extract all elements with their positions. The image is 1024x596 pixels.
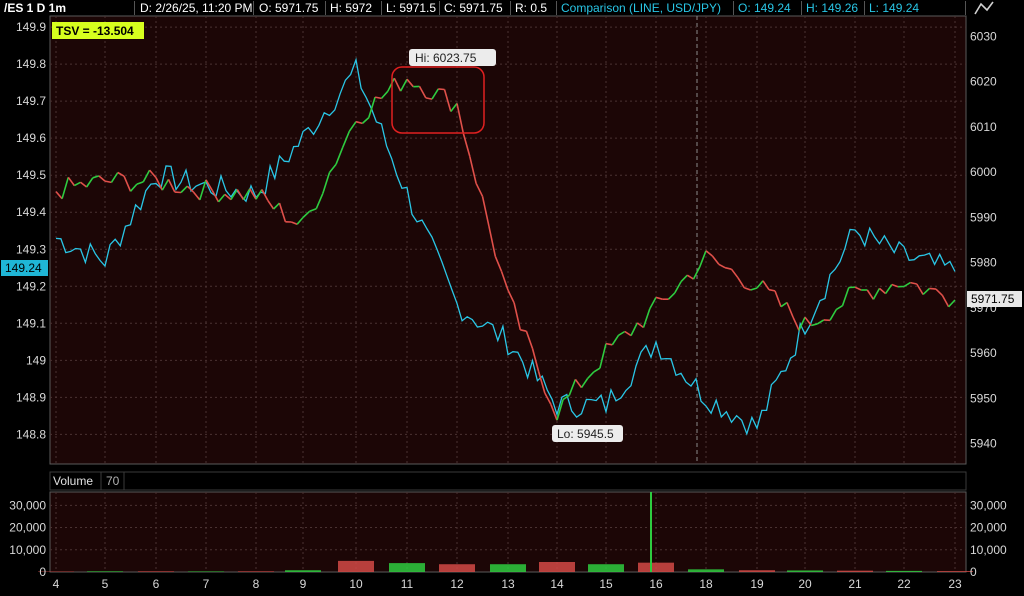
left-tick-label: 148.8	[16, 427, 46, 441]
hi-label: Hi: 6023.75	[415, 51, 477, 65]
volume-bar	[837, 570, 873, 572]
volume-bar	[138, 571, 174, 572]
volume-bar	[338, 560, 374, 572]
left-tick-label: 149.2	[16, 279, 46, 293]
volume-header-bar	[123, 471, 967, 491]
x-tick-label: 9	[300, 577, 307, 591]
right-tick-label: 6000	[970, 165, 997, 179]
x-tick-label: 7	[203, 577, 210, 591]
x-tick-label: 16	[649, 577, 663, 591]
x-tick-label: 22	[897, 577, 911, 591]
volume-bar	[588, 564, 624, 572]
x-tick-label: 5	[102, 577, 109, 591]
x-tick-label: 18	[699, 577, 713, 591]
right-tick-label: 5950	[970, 391, 997, 405]
volume-tick-right: 0	[970, 565, 977, 579]
x-tick-label: 20	[798, 577, 812, 591]
right-tick-label: 5990	[970, 210, 997, 224]
volume-bar	[490, 564, 526, 572]
left-tick-label: 149.7	[16, 94, 46, 108]
volume-bar	[238, 571, 274, 572]
x-tick-label: 12	[450, 577, 464, 591]
volume-tick-right: 30,000	[970, 498, 1007, 512]
x-tick-label: 6	[153, 577, 160, 591]
volume-bar	[739, 570, 775, 572]
volume-tick-left: 30,000	[9, 498, 46, 512]
x-tick-label: 8	[253, 577, 260, 591]
x-tick-label: 13	[501, 577, 515, 591]
left-tick-label: 149.8	[16, 57, 46, 71]
volume-bar	[787, 570, 823, 572]
lo-label: Lo: 5945.5	[557, 427, 614, 441]
left-tick-label: 149.3	[16, 242, 46, 256]
x-tick-label: 10	[349, 577, 363, 591]
x-tick-label: 23	[948, 577, 962, 591]
es-line-segment	[929, 287, 936, 290]
right-tick-label: 5980	[970, 256, 997, 270]
volume-tick-left: 10,000	[9, 543, 46, 557]
right-tick-label: 6020	[970, 75, 997, 89]
x-tick-label: 19	[750, 577, 764, 591]
volume-bar	[539, 562, 575, 572]
x-tick-label: 21	[848, 577, 862, 591]
left-tick-label: 149	[26, 353, 46, 367]
es-price-text: 5971.75	[971, 292, 1015, 306]
left-tick-label: 148.9	[16, 390, 46, 404]
left-tick-label: 149.5	[16, 168, 46, 182]
x-tick-label: 14	[550, 577, 564, 591]
volume-bar	[389, 563, 425, 572]
right-tick-label: 5940	[970, 437, 997, 451]
es-line-segment	[438, 88, 445, 91]
left-tick-label: 149.6	[16, 131, 46, 145]
volume-tick-right: 20,000	[970, 521, 1007, 535]
volume-bar	[638, 562, 674, 572]
tsv-label: TSV = -13.504	[56, 24, 134, 38]
volume-spike-bar	[650, 492, 652, 572]
volume-bar	[188, 571, 224, 572]
usdjpy-price-text: 149.24	[5, 261, 42, 275]
right-tick-label: 6010	[970, 120, 997, 134]
volume-title: Volume	[53, 474, 93, 488]
volume-tick-right: 10,000	[970, 543, 1007, 557]
volume-tick-left: 0	[39, 565, 46, 579]
volume-bar	[87, 571, 123, 572]
chart-style-icon[interactable]	[972, 0, 996, 16]
volume-tick-left: 20,000	[9, 521, 46, 535]
volume-value: 70	[106, 474, 120, 488]
price-chart[interactable]: 4 5 6 7 8 9 10 11 12 13 14 15 16 18 19 20 21 22 23 149.9 149…	[0, 0, 1024, 596]
x-tick-label: 4	[53, 577, 60, 591]
right-tick-label: 6030	[970, 29, 997, 43]
volume-bar	[285, 570, 321, 572]
left-tick-label: 149.9	[16, 20, 46, 34]
left-tick-label: 149.4	[16, 205, 46, 219]
volume-bar	[688, 569, 724, 572]
volume-bar	[439, 564, 475, 572]
volume-bar	[937, 571, 973, 572]
left-tick-label: 149.1	[16, 316, 46, 330]
volume-bar	[886, 570, 922, 572]
right-tick-label: 5960	[970, 346, 997, 360]
chart-window: /ES 1 D 1m D: 2/26/25, 11:20 PM O: 5971.…	[0, 0, 1024, 596]
x-tick-label: 15	[599, 577, 613, 591]
x-tick-label: 11	[401, 577, 414, 591]
